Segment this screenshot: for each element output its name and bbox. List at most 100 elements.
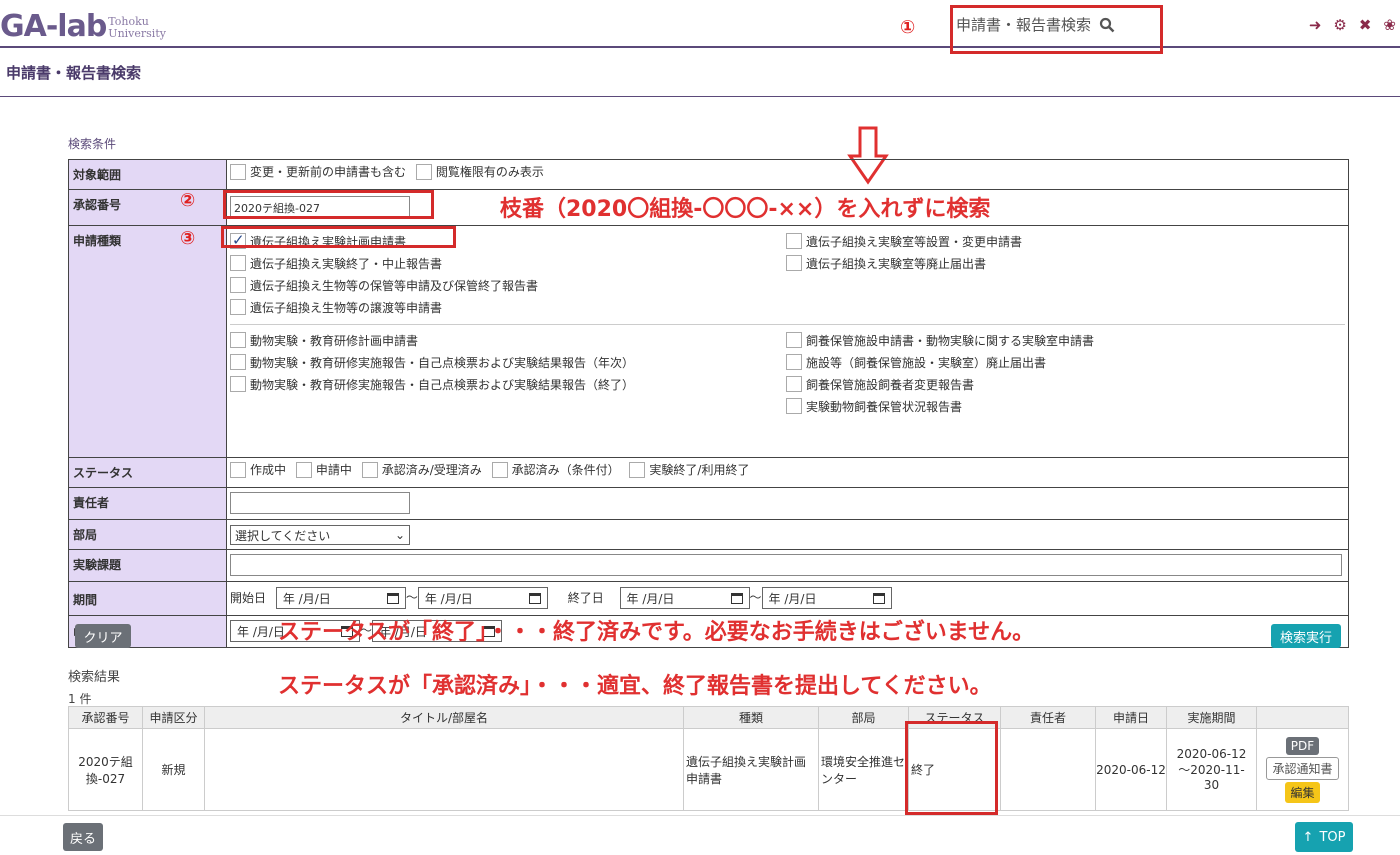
checkbox[interactable] bbox=[786, 255, 802, 271]
checkbox[interactable] bbox=[786, 332, 802, 348]
subject-cell bbox=[226, 549, 1349, 582]
checkbox[interactable] bbox=[415, 163, 432, 180]
cell-apply-date: 2020-06-12 bbox=[1095, 728, 1167, 811]
period-cell: 開始日 年 /月/日～年 /月/日 終了日 年 /月/日～年 /月/日 bbox=[226, 581, 1349, 616]
top-bar bbox=[0, 0, 1400, 48]
app-type-cell: 遺伝子組換え実験計画申請書 遺伝子組換え実験終了・中止報告書 遺伝子組換え生物等… bbox=[226, 225, 1349, 458]
group-divider bbox=[230, 324, 1345, 325]
period-end-to[interactable]: 年 /月/日 bbox=[761, 587, 892, 609]
calendar-icon[interactable] bbox=[528, 592, 541, 604]
checkbox[interactable] bbox=[786, 354, 802, 370]
search-icon bbox=[1099, 17, 1115, 32]
checkbox[interactable] bbox=[230, 277, 246, 293]
option-facility-apply[interactable]: 飼養保管施設申請書・動物実験に関する実験室申請書 bbox=[786, 329, 1094, 351]
checkbox[interactable] bbox=[230, 332, 246, 348]
paw-icon[interactable]: ❀ bbox=[1383, 16, 1396, 34]
checkbox[interactable] bbox=[786, 233, 802, 249]
option-status-draft[interactable]: 作成中 bbox=[230, 461, 286, 478]
label-scope: 対象範囲 bbox=[68, 159, 227, 190]
table-row: 2020テ組換-027 新規 遺伝子組換え実験計画申請書 環境安全推進センター … bbox=[68, 728, 1349, 811]
col-category: 申請区分 bbox=[142, 706, 205, 729]
dept-cell: 選択してください ⌄ bbox=[226, 519, 1349, 550]
highlight-box-approval-no bbox=[223, 190, 434, 219]
highlight-box-gm-plan bbox=[221, 226, 456, 248]
checkbox[interactable] bbox=[230, 299, 246, 315]
approval-notice-button[interactable]: 承認通知書 bbox=[1266, 756, 1339, 780]
results-table: 承認番号 申請区分 タイトル/部屋名 種類 部局 ステータス 責任者 申請日 実… bbox=[68, 706, 1349, 811]
top-button-label: TOP bbox=[1319, 829, 1346, 845]
checkbox[interactable] bbox=[361, 461, 378, 478]
calendar-icon[interactable] bbox=[872, 592, 885, 604]
subject-input[interactable] bbox=[230, 554, 1342, 576]
option-facility-abolish[interactable]: 施設等（飼養保管施設・実験室）廃止届出書 bbox=[786, 351, 1094, 373]
tilde: ～ bbox=[405, 590, 418, 605]
label-dept: 部局 bbox=[68, 519, 227, 550]
option-gm-room-setup[interactable]: 遺伝子組換え実験室等設置・変更申請書 bbox=[786, 230, 1022, 252]
col-person: 責任者 bbox=[1000, 706, 1096, 729]
page-title: 申請書・報告書検索 bbox=[6, 64, 142, 82]
option-animal-report-end[interactable]: 動物実験・教育研修実施報告・自己点検票および実験結果報告（終了） bbox=[230, 373, 786, 395]
option-gm-transfer[interactable]: 遺伝子組換え生物等の譲渡等申請書 bbox=[230, 296, 786, 318]
checkbox[interactable] bbox=[230, 376, 246, 392]
option-gm-storage[interactable]: 遺伝子組換え生物等の保管等申請及び保管終了報告書 bbox=[230, 274, 786, 296]
checkbox[interactable] bbox=[230, 461, 246, 478]
clear-button[interactable]: クリア bbox=[75, 624, 131, 648]
gear-icon[interactable]: ⚙ bbox=[1333, 16, 1346, 34]
option-include-old[interactable]: 変更・更新前の申請書も含む bbox=[230, 163, 406, 180]
tilde: ～ bbox=[749, 590, 762, 605]
checkbox[interactable] bbox=[629, 461, 646, 478]
period-start-from[interactable]: 年 /月/日 bbox=[275, 587, 406, 609]
site-logo[interactable]: GA-lab Tohoku University bbox=[0, 8, 166, 44]
option-status-approved[interactable]: 承認済み/受理済み bbox=[361, 461, 482, 478]
cell-category: 新規 bbox=[142, 728, 205, 811]
option-status-applying[interactable]: 申請中 bbox=[295, 461, 352, 478]
results-count: 1 件 bbox=[68, 692, 92, 706]
conditions-section-label: 検索条件 bbox=[68, 137, 117, 151]
option-status-conditional[interactable]: 承認済み（条件付） bbox=[491, 461, 620, 478]
chevron-down-icon: ⌄ bbox=[394, 528, 405, 542]
label-app-type: 申請種類 bbox=[68, 225, 227, 458]
calendar-icon[interactable] bbox=[730, 592, 743, 604]
marker-2: ② bbox=[180, 190, 196, 211]
tools-icon[interactable]: ✖ bbox=[1359, 16, 1372, 34]
animal-left-group: 動物実験・教育研修計画申請書 動物実験・教育研修実施報告・自己点検票および実験結… bbox=[230, 329, 786, 417]
pdf-button[interactable]: PDF bbox=[1285, 736, 1320, 755]
header-search-link[interactable]: 申請書・報告書検索 bbox=[956, 14, 1115, 35]
animal-right-group: 飼養保管施設申請書・動物実験に関する実験室申請書 施設等（飼養保管施設・実験室）… bbox=[786, 329, 1094, 417]
option-animal-report-annual[interactable]: 動物実験・教育研修実施報告・自己点検票および実験結果報告（年次） bbox=[230, 351, 786, 373]
checkbox[interactable] bbox=[230, 255, 246, 271]
period-end-from[interactable]: 年 /月/日 bbox=[619, 587, 750, 609]
person-input[interactable] bbox=[230, 492, 410, 514]
col-apply-date: 申請日 bbox=[1095, 706, 1167, 729]
period-start-to[interactable]: 年 /月/日 bbox=[417, 587, 548, 609]
option-gm-end[interactable]: 遺伝子組換え実験終了・中止報告書 bbox=[230, 252, 786, 274]
col-period: 実施期間 bbox=[1166, 706, 1257, 729]
top-button[interactable]: ↑ TOP bbox=[1295, 822, 1353, 852]
checkbox[interactable] bbox=[295, 461, 312, 478]
marker-1: ① bbox=[900, 17, 916, 38]
calendar-icon[interactable] bbox=[386, 592, 399, 604]
cell-dept: 環境安全推進センター bbox=[818, 728, 909, 811]
cell-actions: PDF 承認通知書 編集 bbox=[1256, 728, 1349, 811]
option-keeping-status[interactable]: 実験動物飼養保管状況報告書 bbox=[786, 395, 1094, 417]
label-subject: 実験課題 bbox=[68, 549, 227, 582]
checkbox[interactable] bbox=[786, 398, 802, 414]
checkbox[interactable] bbox=[491, 461, 508, 478]
cell-approval-no: 2020テ組換-027 bbox=[68, 728, 143, 811]
logout-icon[interactable]: ➜ bbox=[1309, 16, 1322, 34]
back-button[interactable]: 戻る bbox=[63, 823, 103, 851]
option-gm-room-abolish[interactable]: 遺伝子組換え実験室等廃止届出書 bbox=[786, 252, 1022, 274]
checkbox[interactable] bbox=[230, 354, 246, 370]
label-approval-no: 承認番号 bbox=[68, 189, 227, 226]
checkbox[interactable] bbox=[786, 376, 802, 392]
annotation-note-approved: ステータスが「承認済み」・・・適宜、終了報告書を提出してください。 bbox=[278, 674, 992, 699]
option-keeper-change[interactable]: 飼養保管施設飼養者変更報告書 bbox=[786, 373, 1094, 395]
option-viewable-only[interactable]: 閲覧権限有のみ表示 bbox=[415, 163, 544, 180]
edit-button[interactable]: 編集 bbox=[1285, 781, 1320, 803]
option-animal-plan[interactable]: 動物実験・教育研修計画申請書 bbox=[230, 329, 786, 351]
option-status-finished[interactable]: 実験終了/利用終了 bbox=[629, 461, 749, 478]
dept-select[interactable]: 選択してください ⌄ bbox=[230, 525, 410, 545]
period-start-label: 開始日 bbox=[230, 590, 267, 605]
search-button[interactable]: 検索実行 bbox=[1271, 624, 1341, 648]
checkbox[interactable] bbox=[230, 163, 246, 180]
